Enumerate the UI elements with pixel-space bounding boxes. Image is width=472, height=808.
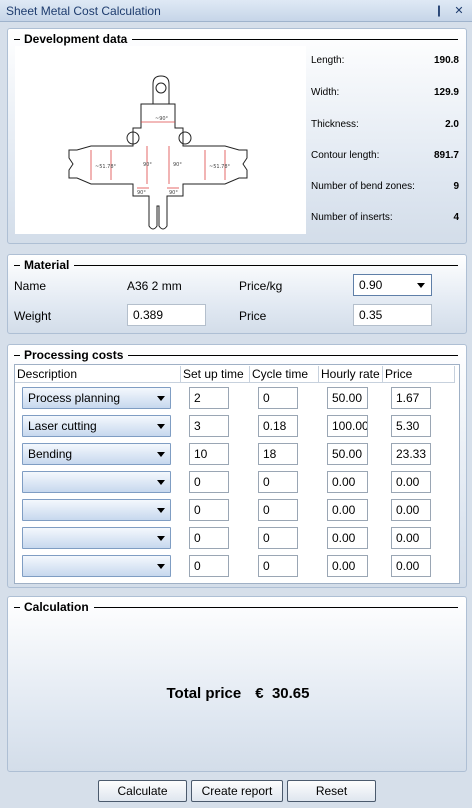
row-price-input[interactable]: 0.00 <box>391 499 431 521</box>
row-rate-input[interactable]: 100.00 <box>327 415 368 437</box>
svg-text:90°: 90° <box>169 190 178 196</box>
material-panel: Material Name A36 2 mm Price/kg 0.90 Wei… <box>7 254 467 334</box>
row-setup-input[interactable]: 10 <box>189 443 229 465</box>
chevron-down-icon <box>157 536 165 541</box>
processing-panel: Processing costs Description Set up time… <box>7 344 467 588</box>
row-cycle-input[interactable]: 0 <box>258 387 298 409</box>
row-cycle-input[interactable]: 0.18 <box>258 415 298 437</box>
calculation-panel: Calculation Total price € 30.65 <box>7 596 467 772</box>
material-price-label: Price <box>239 309 267 323</box>
row-price-input[interactable]: 1.67 <box>391 387 431 409</box>
row-description-select[interactable]: Laser cutting <box>22 415 171 437</box>
row-description-select[interactable]: Process planning <box>22 387 171 409</box>
row-setup-input[interactable]: 3 <box>189 415 229 437</box>
row-rate-input[interactable]: 50.00 <box>327 443 368 465</box>
flat-pattern-svg: ~90° 90° 90° ~51.78° ~51.78° 90° 90° <box>68 75 248 230</box>
row-setup-input[interactable]: 2 <box>189 387 229 409</box>
row-setup-input[interactable]: 0 <box>189 471 229 493</box>
chevron-down-icon <box>157 396 165 401</box>
row-price-input[interactable]: 5.30 <box>391 415 431 437</box>
total-price-label: Total price <box>166 685 242 702</box>
row-rate-input[interactable]: 0.00 <box>327 499 368 521</box>
currency-symbol: € <box>255 685 264 702</box>
total-price: Total price € 30.65 <box>8 685 468 702</box>
sheet-development-drawing: ~90° 90° 90° ~51.78° ~51.78° 90° 90° <box>15 46 306 234</box>
row-description-select[interactable]: Bending <box>22 443 171 465</box>
row-rate-input[interactable]: 0.00 <box>327 527 368 549</box>
development-panel: Development data ~90° 90° 90° ~51.78° ~5… <box>7 28 467 244</box>
material-name-label: Name <box>14 279 47 293</box>
col-description: Description <box>15 366 181 383</box>
material-heading: Material <box>24 258 70 272</box>
stat-inserts: Number of inserts: 4 <box>311 212 459 223</box>
price-per-kg-select[interactable]: 0.90 <box>353 274 432 296</box>
row-cycle-input[interactable]: 0 <box>258 527 298 549</box>
weight-label: Weight <box>14 309 52 323</box>
processing-heading: Processing costs <box>24 348 124 362</box>
row-description-select[interactable] <box>22 555 171 577</box>
col-price: Price <box>383 366 455 383</box>
chevron-down-icon <box>157 508 165 513</box>
svg-text:~90°: ~90° <box>155 116 169 122</box>
chevron-down-icon <box>157 564 165 569</box>
row-price-input[interactable]: 0.00 <box>391 555 431 577</box>
reset-button[interactable]: Reset <box>287 780 376 802</box>
processing-grid: Description Set up time Cycle time Hourl… <box>14 364 460 584</box>
stat-bend-zones: Number of bend zones: 9 <box>311 181 459 192</box>
row-setup-input[interactable]: 0 <box>189 555 229 577</box>
svg-text:~51.78°: ~51.78° <box>95 164 117 170</box>
weight-field[interactable]: 0.389 <box>127 304 206 326</box>
row-description-select[interactable] <box>22 499 171 521</box>
row-cycle-input[interactable]: 0 <box>258 555 298 577</box>
stat-contour-length: Contour length: 891.7 <box>311 150 459 161</box>
svg-text:~51.78°: ~51.78° <box>209 164 231 170</box>
row-price-input[interactable]: 0.00 <box>391 527 431 549</box>
col-hourly-rate: Hourly rate <box>319 366 383 383</box>
row-cycle-input[interactable]: 0 <box>258 499 298 521</box>
create-report-button[interactable]: Create report <box>191 780 283 802</box>
material-price-field[interactable]: 0.35 <box>353 304 432 326</box>
svg-text:90°: 90° <box>137 190 146 196</box>
row-setup-input[interactable]: 0 <box>189 527 229 549</box>
row-description-select[interactable] <box>22 527 171 549</box>
stat-width: Width: 129.9 <box>311 87 459 98</box>
chevron-down-icon <box>417 283 425 288</box>
development-heading: Development data <box>24 32 128 46</box>
row-rate-input[interactable]: 50.00 <box>327 387 368 409</box>
chevron-down-icon <box>157 480 165 485</box>
col-setup-time: Set up time <box>181 366 250 383</box>
close-icon[interactable]: ✕ <box>452 4 466 18</box>
stat-thickness: Thickness: 2.0 <box>311 119 459 130</box>
svg-text:90°: 90° <box>143 162 152 168</box>
row-rate-input[interactable]: 0.00 <box>327 555 368 577</box>
row-description-select[interactable] <box>22 471 171 493</box>
calculation-heading: Calculation <box>24 600 89 614</box>
row-setup-input[interactable]: 0 <box>189 499 229 521</box>
calculate-button[interactable]: Calculate <box>98 780 187 802</box>
window-title: Sheet Metal Cost Calculation <box>6 3 161 18</box>
row-cycle-input[interactable]: 18 <box>258 443 298 465</box>
col-cycle-time: Cycle time <box>250 366 319 383</box>
window-titlebar: Sheet Metal Cost Calculation ❙ ✕ <box>0 0 472 22</box>
chevron-down-icon <box>157 452 165 457</box>
material-name-value: A36 2 mm <box>127 279 182 293</box>
row-cycle-input[interactable]: 0 <box>258 471 298 493</box>
row-price-input[interactable]: 0.00 <box>391 471 431 493</box>
price-per-kg-label: Price/kg <box>239 279 283 293</box>
pin-icon[interactable]: ❙ <box>432 4 446 18</box>
row-rate-input[interactable]: 0.00 <box>327 471 368 493</box>
svg-text:90°: 90° <box>173 162 182 168</box>
chevron-down-icon <box>157 424 165 429</box>
row-price-input[interactable]: 23.33 <box>391 443 431 465</box>
total-price-value: 30.65 <box>271 685 310 702</box>
stat-length: Length: 190.8 <box>311 55 459 66</box>
